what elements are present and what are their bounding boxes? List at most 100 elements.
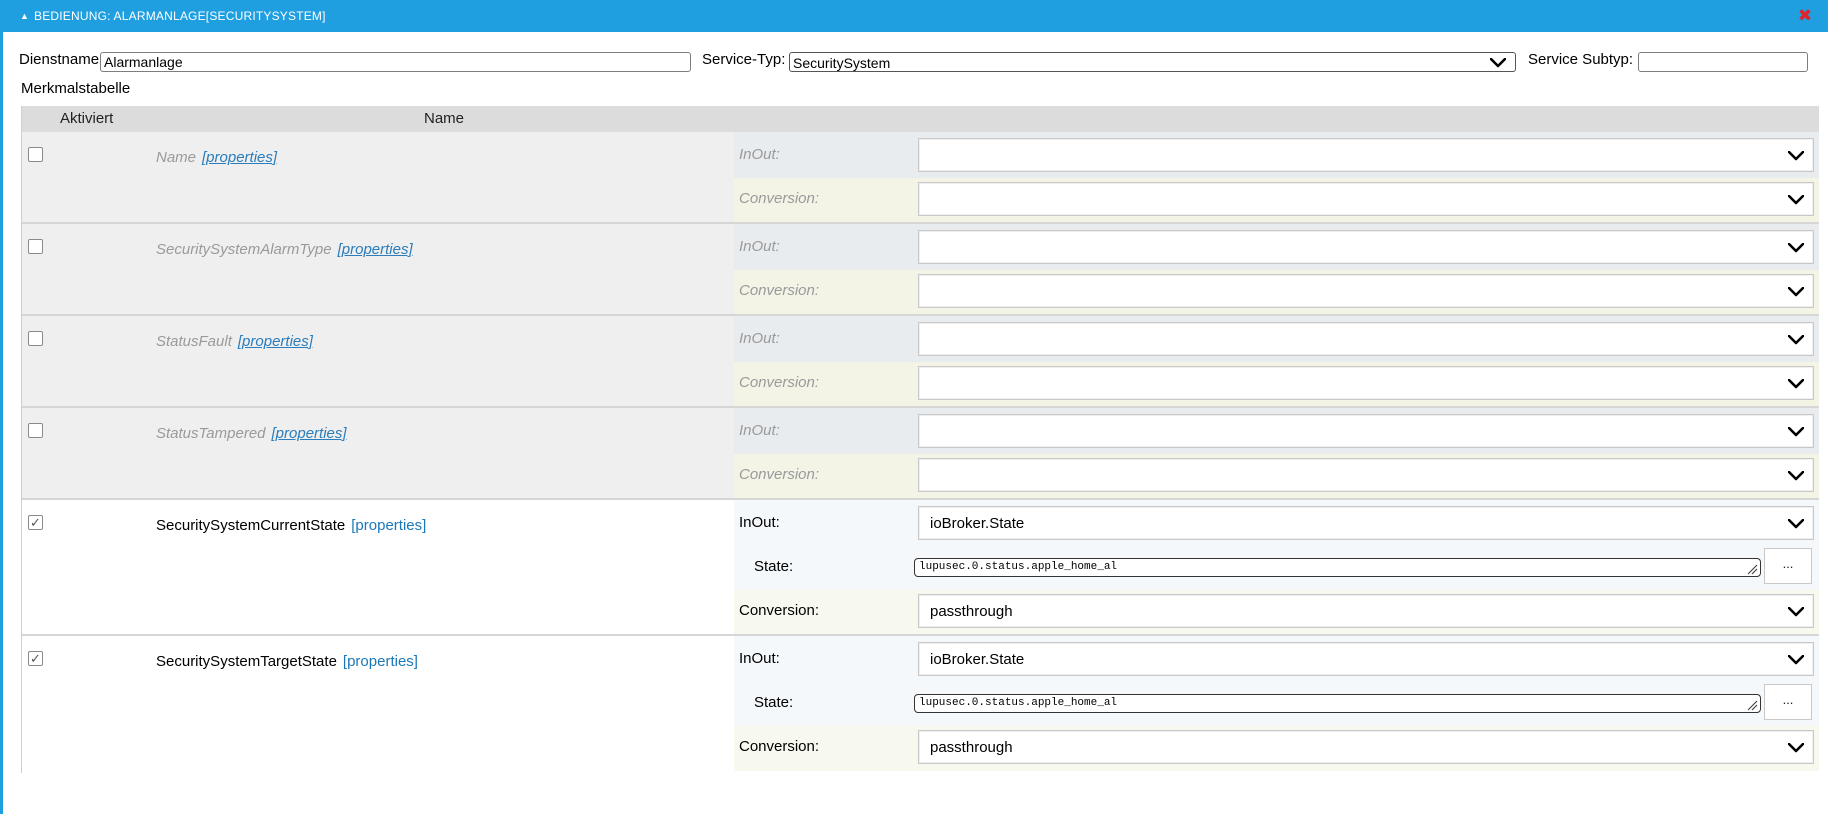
resize-handle-icon[interactable] (1746, 563, 1758, 575)
chevron-down-icon (1788, 655, 1804, 665)
table-header: Aktiviert Name (22, 106, 1819, 132)
table-row: StatusFault [properties] InOut: Conversio… (22, 316, 1819, 408)
inout-section: InOut: ioBroker.State (734, 636, 1819, 682)
conversion-label: Conversion: (739, 738, 820, 755)
table-row: ✓ SecuritySystemCurrentState [properties]… (22, 500, 1819, 636)
inout-select[interactable]: ioBroker.State (918, 642, 1814, 676)
conversion-select[interactable] (918, 182, 1814, 216)
resize-handle-icon[interactable] (1746, 699, 1758, 711)
state-input[interactable]: lupusec.0.status.apple_home_al (914, 558, 1761, 577)
table-row: SecuritySystemAlarmType [properties] InOu… (22, 224, 1819, 316)
header-activated: Aktiviert (60, 110, 114, 127)
dialog-title: BEDIENUNG: ALARMANLAGE[SECURITYSYSTEM] (34, 9, 326, 23)
chevron-down-icon (1788, 471, 1804, 481)
state-value: lupusec.0.status.apple_home_al (919, 561, 1118, 573)
inout-select[interactable] (918, 414, 1814, 448)
table-row: Name [properties] InOut: Conversion: (22, 132, 1819, 224)
conversion-section: Conversion: (734, 178, 1819, 222)
conversion-select[interactable] (918, 366, 1814, 400)
conversion-section: Conversion: passthrough (734, 726, 1819, 771)
inout-section: InOut: (734, 408, 1819, 454)
activated-checkbox[interactable]: ✓ (28, 651, 43, 666)
conversion-select[interactable]: passthrough (918, 594, 1814, 628)
close-icon[interactable]: ✖ (1797, 7, 1813, 24)
chevron-down-icon (1788, 743, 1804, 753)
service-subtype-label: Service Subtyp: (1528, 51, 1634, 68)
inout-section: InOut: (734, 316, 1819, 362)
service-type-select[interactable]: SecuritySystem (789, 52, 1516, 72)
chevron-down-icon (1788, 607, 1804, 617)
characteristic-name: StatusTampered [properties] (156, 425, 347, 442)
characteristics-table: Aktiviert Name Name [properties] InOut: C… (21, 106, 1819, 773)
properties-link[interactable]: [properties] (202, 149, 277, 166)
state-section: State: lupusec.0.status.apple_home_al ..… (734, 682, 1819, 726)
conversion-select[interactable] (918, 274, 1814, 308)
properties-link[interactable]: [properties] (238, 333, 313, 350)
inout-value: ioBroker.State (930, 515, 1025, 532)
state-label: State: (754, 558, 794, 575)
inout-label: InOut: (739, 514, 780, 531)
inout-section: InOut: ioBroker.State (734, 500, 1819, 546)
characteristic-name: Name [properties] (156, 149, 278, 166)
inout-select[interactable]: ioBroker.State (918, 506, 1814, 540)
checkmark-icon: ✓ (30, 515, 41, 530)
activated-checkbox[interactable] (28, 147, 43, 162)
inout-label: InOut: (739, 238, 780, 255)
characteristic-name: StatusFault [properties] (156, 333, 313, 350)
inout-section: InOut: (734, 224, 1819, 270)
browse-state-button[interactable]: ... (1764, 684, 1812, 720)
state-section: State: lupusec.0.status.apple_home_al ..… (734, 546, 1819, 590)
properties-link[interactable]: [properties] (272, 425, 347, 442)
properties-link[interactable]: [properties] (343, 653, 418, 670)
chevron-down-icon (1788, 519, 1804, 529)
conversion-section: Conversion: (734, 362, 1819, 406)
inout-label: InOut: (739, 650, 780, 667)
conversion-value: passthrough (930, 603, 1013, 620)
characteristic-name: SecuritySystemAlarmType [properties] (156, 241, 413, 258)
conversion-section: Conversion: (734, 270, 1819, 314)
inout-select[interactable] (918, 230, 1814, 264)
inout-label: InOut: (739, 422, 780, 439)
chevron-down-icon (1788, 287, 1804, 297)
activated-checkbox[interactable] (28, 331, 43, 346)
service-dialog: ▲ BEDIENUNG: ALARMANLAGE[SECURITYSYSTEM]… (0, 0, 1828, 814)
properties-link[interactable]: [properties] (338, 241, 413, 258)
inout-value: ioBroker.State (930, 651, 1025, 668)
activated-checkbox[interactable] (28, 423, 43, 438)
chevron-down-icon (1788, 427, 1804, 437)
conversion-label: Conversion: (739, 602, 820, 619)
service-name-label: Dienstname: (19, 51, 104, 68)
service-subtype-input[interactable] (1638, 52, 1808, 72)
state-label: State: (754, 694, 794, 711)
properties-link[interactable]: [properties] (351, 517, 426, 534)
conversion-select[interactable]: passthrough (918, 730, 1814, 764)
conversion-section: Conversion: passthrough (734, 590, 1819, 634)
conversion-label: Conversion: (739, 466, 820, 483)
header-name: Name (424, 110, 465, 127)
service-name-input[interactable] (100, 52, 691, 72)
inout-select[interactable] (918, 138, 1814, 172)
inout-select[interactable] (918, 322, 1814, 356)
activated-checkbox[interactable] (28, 239, 43, 254)
characteristic-name: SecuritySystemTargetState [properties] (156, 653, 418, 670)
characteristics-table-label: Merkmalstabelle (21, 80, 131, 97)
conversion-label: Conversion: (739, 282, 820, 299)
state-input[interactable]: lupusec.0.status.apple_home_al (914, 694, 1761, 713)
conversion-value: passthrough (930, 739, 1013, 756)
conversion-label: Conversion: (739, 374, 820, 391)
checkmark-icon: ✓ (30, 651, 41, 666)
collapse-triangle-icon[interactable]: ▲ (20, 11, 29, 21)
state-value: lupusec.0.status.apple_home_al (919, 697, 1118, 709)
browse-state-button[interactable]: ... (1764, 548, 1812, 584)
chevron-down-icon (1490, 58, 1506, 68)
conversion-select[interactable] (918, 458, 1814, 492)
inout-section: InOut: (734, 132, 1819, 178)
table-row: ✓ SecuritySystemTargetState [properties] … (22, 636, 1819, 773)
chevron-down-icon (1788, 335, 1804, 345)
chevron-down-icon (1788, 379, 1804, 389)
chevron-down-icon (1788, 243, 1804, 253)
service-type-label: Service-Typ: (702, 51, 786, 68)
conversion-label: Conversion: (739, 190, 820, 207)
chevron-down-icon (1788, 151, 1804, 161)
activated-checkbox[interactable]: ✓ (28, 515, 43, 530)
